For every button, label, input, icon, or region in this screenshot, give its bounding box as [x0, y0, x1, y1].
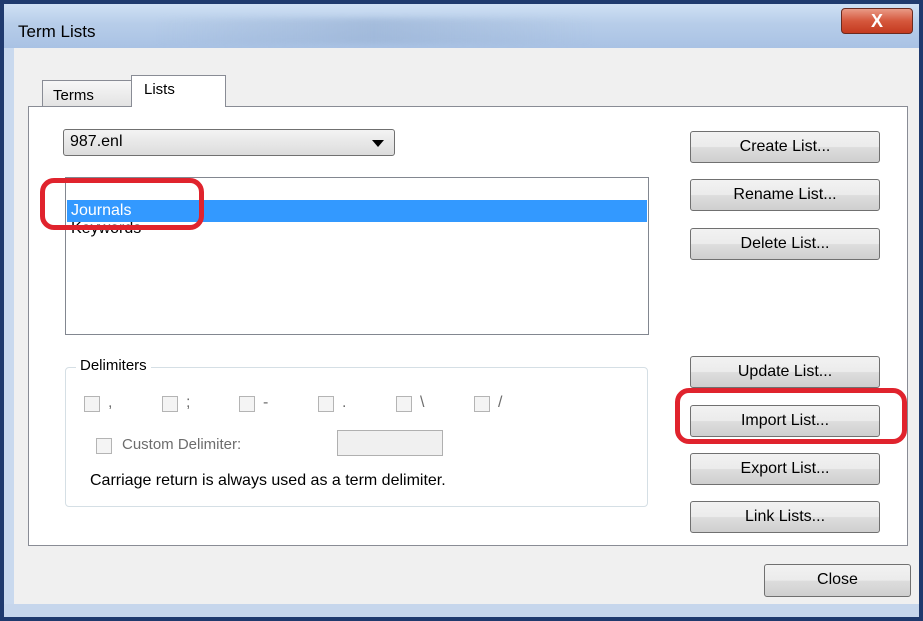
delimiter-slash-label: /	[498, 394, 503, 411]
library-dropdown[interactable]: 987.enl	[63, 129, 395, 156]
close-button[interactable]: Close	[764, 564, 911, 597]
tab-terms[interactable]: Terms	[42, 80, 132, 106]
link-lists-button[interactable]: Link Lists...	[690, 501, 880, 533]
window-bottom-border	[4, 604, 919, 617]
custom-delimiter-label: Custom Delimiter:	[122, 436, 242, 453]
delimiter-slash-checkbox[interactable]	[474, 396, 490, 412]
delimiter-backslash-checkbox[interactable]	[396, 396, 412, 412]
delimiter-period-label: .	[342, 394, 347, 411]
delimiter-backslash-label: \	[420, 394, 425, 411]
library-dropdown-value: 987.enl	[70, 133, 123, 150]
delimiter-period-checkbox[interactable]	[318, 396, 334, 412]
import-list-button[interactable]: Import List...	[690, 405, 880, 437]
list-item-authors[interactable]: Authors	[67, 178, 647, 188]
custom-delimiter-input[interactable]	[337, 430, 443, 456]
delimiter-semicolon-checkbox[interactable]	[162, 396, 178, 412]
lists-tab-panel: 987.enl Authors Keywords Journals Delimi…	[28, 106, 908, 546]
tab-lists-label: Lists	[144, 81, 175, 98]
title-bar[interactable]: Term Lists X	[4, 4, 919, 48]
export-list-button[interactable]: Export List...	[690, 453, 880, 485]
delimiters-group-label: Delimiters	[76, 357, 151, 374]
window-title: Term Lists	[18, 22, 96, 41]
list-item-journals[interactable]: Journals	[67, 200, 647, 222]
chevron-down-icon[interactable]	[372, 140, 384, 147]
custom-delimiter-checkbox[interactable]	[96, 438, 112, 454]
delimiter-comma-label: ,	[108, 394, 113, 411]
delimiter-semicolon-label: ;	[186, 394, 191, 411]
create-list-button[interactable]: Create List...	[690, 131, 880, 163]
delimiters-group: Delimiters , ; - . \ / Custom Delimiter:…	[65, 357, 648, 507]
delimiter-hyphen-label: -	[263, 394, 269, 411]
close-icon[interactable]: X	[871, 11, 883, 32]
delimiter-hyphen-checkbox[interactable]	[239, 396, 255, 412]
tab-terms-label: Terms	[53, 87, 94, 104]
title-bar-blur	[154, 18, 594, 44]
tab-lists[interactable]: Lists	[131, 75, 226, 107]
delete-list-button[interactable]: Delete List...	[690, 228, 880, 260]
rename-list-button[interactable]: Rename List...	[690, 179, 880, 211]
dialog-window: Term Lists X Terms Lists 987.enl Authors…	[0, 0, 923, 621]
delimiter-comma-checkbox[interactable]	[84, 396, 100, 412]
update-list-button[interactable]: Update List...	[690, 356, 880, 388]
dialog-body: Terms Lists 987.enl Authors Keywords Jou…	[14, 48, 919, 608]
window-close-button[interactable]: X	[841, 8, 913, 34]
term-lists-listbox[interactable]: Authors Keywords Journals	[65, 177, 649, 335]
delimiter-note: Carriage return is always used as a term…	[90, 472, 446, 489]
